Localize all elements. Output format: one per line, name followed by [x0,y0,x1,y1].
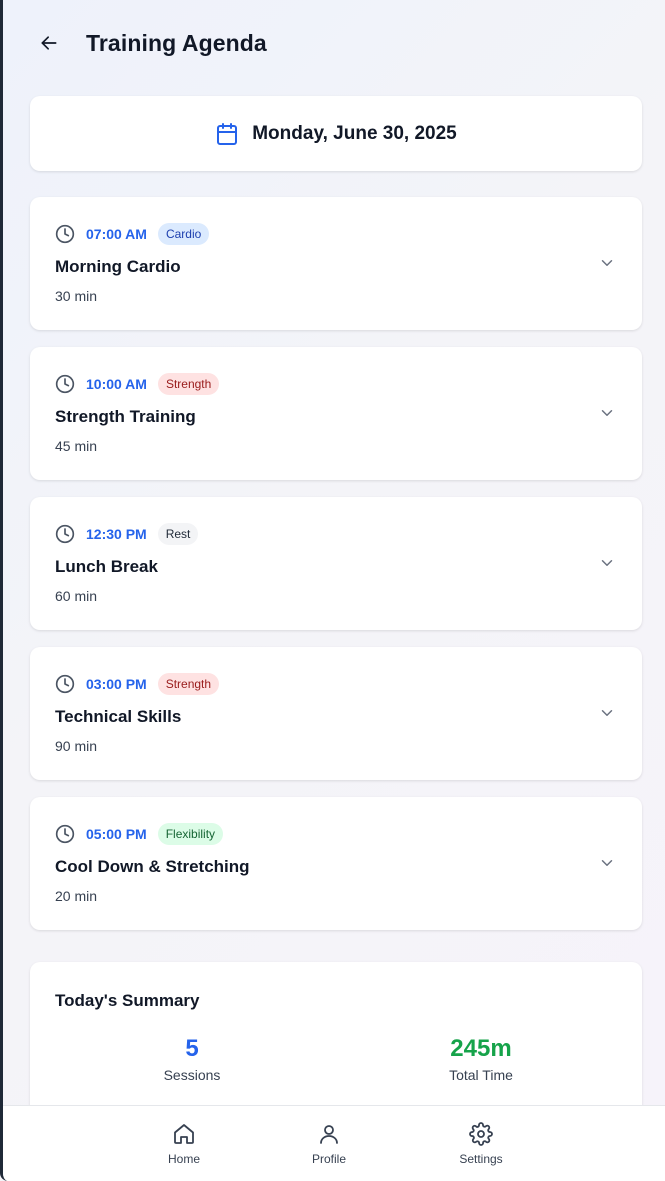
total-time-stat: 245m Total Time [381,1035,581,1083]
chevron-down-icon[interactable] [598,704,616,722]
session-time: 12:30 PM [86,526,147,542]
session-header: 05:00 PM Flexibility [55,822,224,846]
session-tag-badge: Flexibility [157,823,224,845]
session-duration: 90 min [55,738,98,754]
session-name: Strength Training [55,407,196,426]
session-name: Cool Down & Stretching [55,857,250,876]
nav-profile[interactable]: Profile [289,1122,369,1166]
chevron-down-icon[interactable] [598,554,616,572]
session-time: 05:00 PM [86,826,147,842]
gear-icon [469,1122,493,1146]
total-time-value: 245m [450,1035,512,1062]
session-name: Morning Cardio [55,257,181,276]
header: Training Agenda [3,0,665,86]
date-card: Monday, June 30, 2025 [30,96,642,171]
session-tag-badge: Strength [157,373,220,395]
chevron-down-icon[interactable] [598,404,616,422]
session-card[interactable]: 10:00 AM Strength Strength Training 45 min [30,347,642,480]
date-label: Monday, June 30, 2025 [252,122,457,144]
session-duration: 30 min [55,288,98,304]
clock-icon [55,374,75,394]
clock-icon [55,674,75,694]
session-time: 07:00 AM [86,226,147,242]
clock-icon [55,224,75,244]
sessions-count: 5 [185,1035,199,1062]
total-time-label: Total Time [449,1067,513,1083]
session-duration: 45 min [55,438,98,454]
summary-card: Today's Summary 5 Sessions 245m Total Ti… [30,962,642,1122]
calendar-icon [217,122,238,145]
page-title: Training Agenda [86,29,267,56]
clock-icon [55,524,75,544]
chevron-down-icon[interactable] [598,254,616,272]
summary-title: Today's Summary [55,991,200,1010]
session-header: 07:00 AM Cardio [55,222,210,246]
clock-icon [55,824,75,844]
nav-profile-label: Profile [311,1152,346,1166]
session-card[interactable]: 07:00 AM Cardio Morning Cardio 30 min [30,197,642,330]
nav-settings[interactable]: Settings [441,1122,521,1166]
arrow-left-icon [41,36,57,50]
session-duration: 20 min [55,888,98,904]
session-card[interactable]: 12:30 PM Rest Lunch Break 60 min [30,497,642,630]
app-frame: Training Agenda Monday, June 30, 2025 07… [0,0,665,1181]
session-name: Lunch Break [55,557,158,576]
session-duration: 60 min [55,588,98,604]
chevron-down-icon[interactable] [598,854,616,872]
sessions-label: Sessions [163,1067,221,1083]
session-header: 12:30 PM Rest [55,522,199,546]
nav-home[interactable]: Home [144,1122,224,1166]
session-card[interactable]: 05:00 PM Flexibility Cool Down & Stretchin… [30,797,642,930]
session-time: 03:00 PM [86,676,147,692]
session-card[interactable]: 03:00 PM Strength Technical Skills 90 min [30,647,642,780]
home-icon [174,1124,194,1144]
nav-settings-label: Settings [459,1152,503,1166]
sessions-stat: 5 Sessions [92,1035,292,1083]
session-header: 03:00 PM Strength [55,672,220,696]
session-tag-badge: Strength [157,673,220,695]
session-header: 10:00 AM Strength [55,372,220,396]
nav-home-label: Home [167,1152,200,1166]
session-tag-badge: Rest [157,523,199,545]
bottom-nav: Home Profile Settings [3,1105,665,1181]
user-icon [320,1125,338,1144]
session-time: 10:00 AM [86,376,147,392]
session-name: Technical Skills [55,707,182,726]
back-button[interactable] [38,32,60,54]
session-tag-badge: Cardio [157,223,210,245]
